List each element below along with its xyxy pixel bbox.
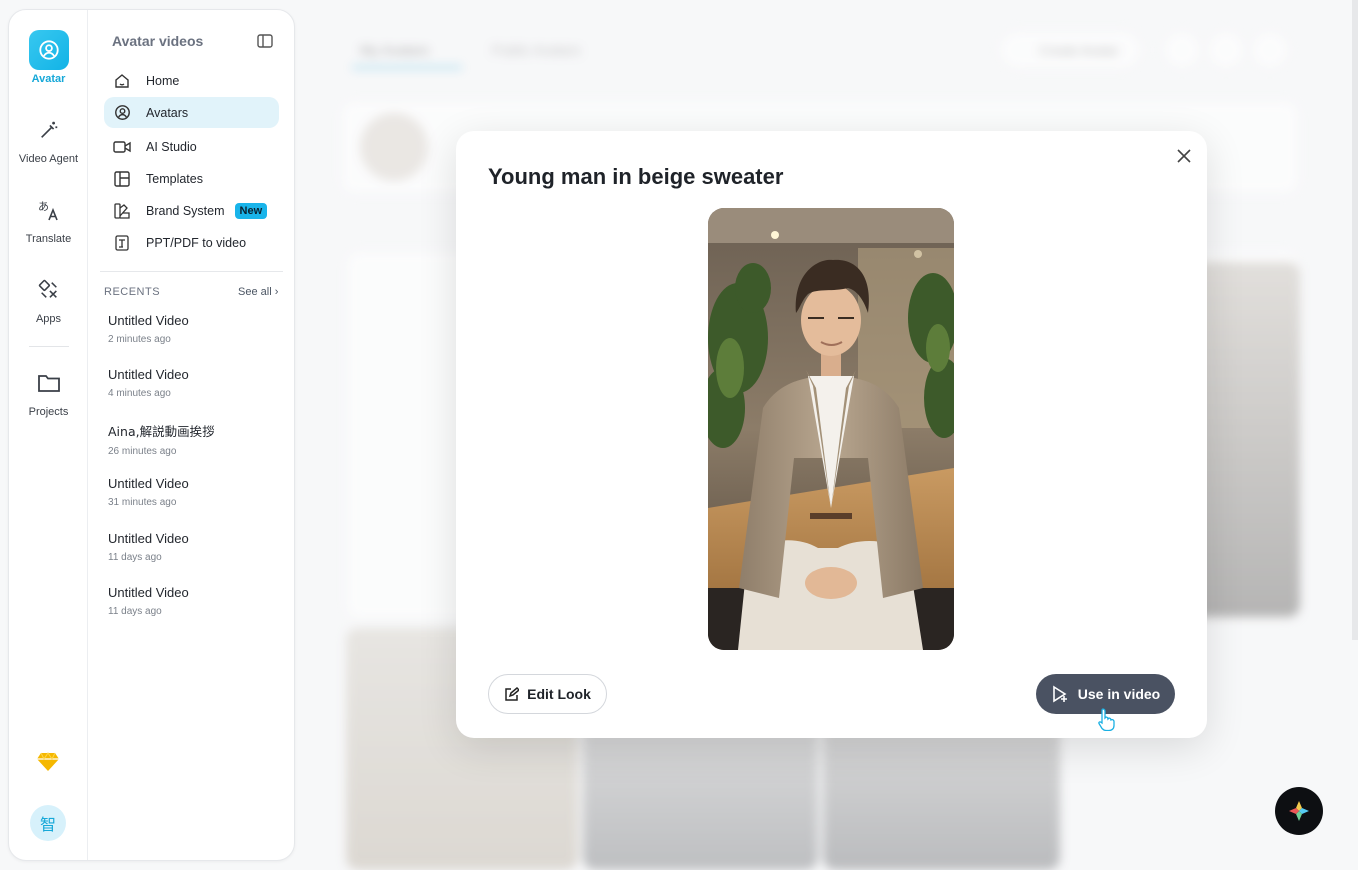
folder-icon	[29, 363, 69, 403]
recent-item[interactable]: Untitled Video 2 minutes ago	[108, 313, 278, 345]
rail-label: Avatar	[31, 73, 66, 85]
nav-item-ppt-pdf[interactable]: PPT/PDF to video	[104, 227, 279, 258]
assistant-fab[interactable]	[1275, 787, 1323, 835]
sparkle-logo-icon	[1289, 801, 1309, 821]
recent-time: 11 days ago	[108, 606, 162, 617]
scrollbar[interactable]	[1352, 0, 1358, 640]
nav-header: Avatar videos	[112, 33, 204, 49]
recent-title: Untitled Video	[108, 367, 189, 382]
nav-item-brand-system[interactable]: Brand System New	[104, 195, 279, 226]
recent-item[interactable]: Untitled Video 11 days ago	[108, 531, 278, 563]
nav-item-label: Avatars	[146, 105, 189, 120]
sidebar: Avatar Video Agent あ Translate Apps Proj	[8, 9, 295, 861]
recent-title: Aina,解説動画挨拶	[108, 424, 215, 439]
edit-look-button[interactable]: Edit Look	[488, 674, 607, 714]
video-add-icon	[1052, 685, 1067, 703]
recent-time: 2 minutes ago	[108, 334, 171, 345]
recent-item[interactable]: Untitled Video 11 days ago	[108, 585, 278, 617]
nav-item-ai-studio[interactable]: AI Studio	[104, 131, 279, 162]
recent-title: Untitled Video	[108, 585, 189, 600]
nav-item-avatars[interactable]: Avatars	[104, 97, 279, 128]
recent-time: 11 days ago	[108, 552, 162, 563]
svg-text:あ: あ	[38, 200, 49, 213]
apps-icon	[29, 270, 69, 310]
rail-label: Translate	[25, 233, 72, 245]
recents-header: RECENTS	[104, 286, 161, 298]
rail-item-apps[interactable]: Apps	[9, 270, 88, 325]
use-in-video-label: Use in video	[1077, 686, 1161, 702]
recent-item[interactable]: Aina,解説動画挨拶 26 minutes ago	[108, 421, 278, 457]
icon-rail: Avatar Video Agent あ Translate Apps Proj	[9, 10, 88, 860]
recent-time: 26 minutes ago	[108, 446, 177, 457]
nav-item-templates[interactable]: Templates	[104, 163, 279, 194]
document-icon	[112, 233, 132, 253]
rail-label: Video Agent	[18, 153, 79, 165]
recent-time: 31 minutes ago	[108, 497, 177, 508]
brand-icon	[112, 201, 132, 221]
nav-panel: Avatar videos Home Avatars AI Studio Tem…	[88, 10, 294, 860]
edit-icon	[505, 686, 520, 701]
avatar-preview-image	[708, 208, 954, 650]
new-badge: New	[234, 202, 268, 219]
nav-item-label: AI Studio	[146, 139, 197, 154]
recent-title: Untitled Video	[108, 531, 189, 546]
nav-divider	[100, 271, 283, 272]
nav-item-label: Templates	[146, 171, 203, 186]
avatar-icon	[112, 103, 132, 123]
user-avatar[interactable]: 智	[30, 805, 66, 841]
avatar-look-modal: Young man in beige sweater Edit Look Use…	[456, 131, 1207, 738]
sidebar-toggle-icon[interactable]	[257, 34, 273, 53]
recent-item[interactable]: Untitled Video 4 minutes ago	[108, 367, 278, 399]
rail-divider	[29, 346, 69, 347]
diamond-icon[interactable]	[37, 752, 59, 777]
recent-title: Untitled Video	[108, 476, 189, 491]
rail-label: Projects	[28, 406, 69, 418]
avatar-icon	[28, 30, 69, 70]
rail-item-avatar[interactable]: Avatar	[9, 30, 88, 85]
edit-look-label: Edit Look	[527, 686, 591, 702]
close-button[interactable]	[1173, 145, 1195, 167]
rail-item-translate[interactable]: あ Translate	[9, 190, 88, 245]
translate-icon: あ	[29, 190, 69, 230]
nav-item-home[interactable]: Home	[104, 65, 279, 96]
home-icon	[112, 71, 132, 91]
recent-item[interactable]: Untitled Video 31 minutes ago	[108, 476, 278, 508]
modal-title: Young man in beige sweater	[488, 164, 784, 189]
rail-label: Apps	[35, 313, 62, 325]
rail-item-video-agent[interactable]: Video Agent	[9, 110, 88, 165]
close-icon	[1177, 149, 1191, 163]
recent-title: Untitled Video	[108, 313, 189, 328]
hand-cursor-icon	[1098, 707, 1116, 736]
magic-wand-icon	[29, 110, 69, 150]
templates-icon	[112, 169, 132, 189]
recent-time: 4 minutes ago	[108, 388, 171, 399]
see-all-link[interactable]: See all ›	[238, 286, 278, 298]
rail-item-projects[interactable]: Projects	[9, 363, 88, 418]
nav-item-label: Home	[146, 73, 180, 88]
video-camera-icon	[112, 137, 132, 157]
nav-item-label: Brand System	[146, 203, 225, 218]
nav-item-label: PPT/PDF to video	[146, 235, 247, 250]
